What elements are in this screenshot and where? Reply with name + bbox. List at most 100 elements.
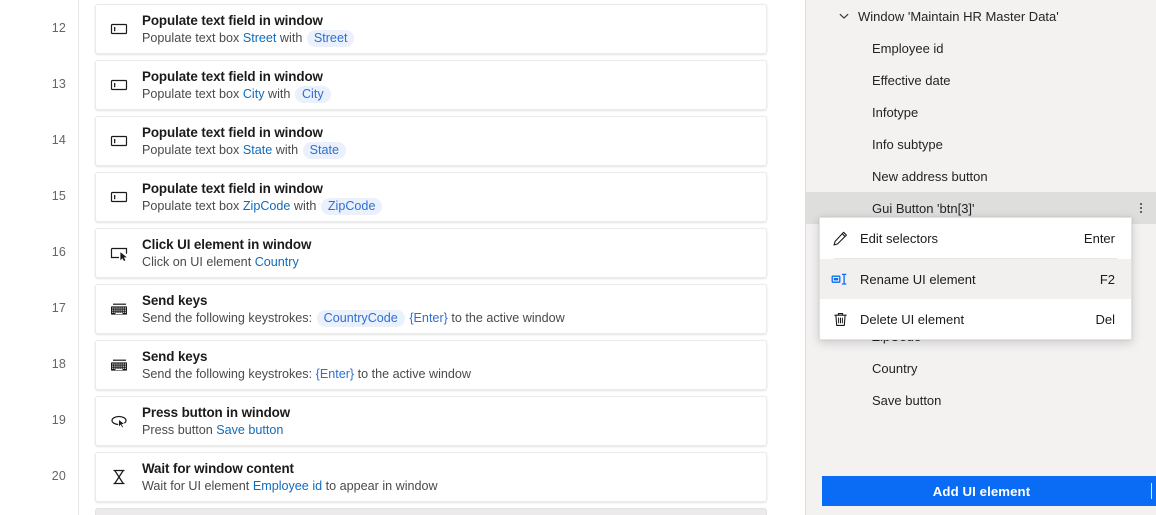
variable-pill[interactable]: State: [302, 142, 347, 159]
action-title: Send keys: [142, 293, 208, 308]
ui-element-tree-item[interactable]: Info subtype: [806, 128, 1156, 160]
action-row-number: [0, 504, 66, 515]
action-card[interactable]: Press button in window Press button Save …: [95, 396, 767, 446]
context-menu-item-label: Delete UI element: [860, 311, 965, 327]
textbox-icon: [96, 117, 142, 165]
textbox-icon: [96, 5, 142, 53]
ui-element-tree-item[interactable]: Country: [806, 352, 1156, 384]
press-button-icon: [96, 397, 142, 445]
ui-element-tree-item[interactable]: Effective date: [806, 64, 1156, 96]
flow-action-row[interactable]: 20 Wait for window content Wait for UI ele…: [0, 448, 807, 504]
flow-action-row[interactable]: 12 Populate text field in window Populate …: [0, 0, 807, 56]
action-element-link[interactable]: Country: [255, 255, 299, 269]
ui-element-context-menu[interactable]: Edit selectors Enter Rename UI element F2 De…: [819, 217, 1132, 340]
action-card[interactable]: Send keys Send the following keystrokes: …: [95, 340, 767, 390]
context-menu-item[interactable]: Delete UI element Del: [820, 299, 1131, 339]
action-card[interactable]: Press button in window: [95, 508, 767, 515]
ui-elements-tree: Window 'Maintain HR Master Data' Employee…: [806, 0, 1156, 416]
ui-elements-group-label: Window 'Maintain HR Master Data': [858, 8, 1059, 24]
action-row-number: 13: [51, 77, 66, 91]
action-card-text: Populate text field in window Populate te…: [142, 123, 766, 159]
action-element-link[interactable]: State: [243, 143, 272, 157]
ui-element-tree-item[interactable]: Save button: [806, 384, 1156, 416]
context-menu-item[interactable]: Edit selectors Enter: [820, 218, 1131, 258]
action-description-text: Populate text box: [142, 199, 243, 213]
action-title: Click UI element in window: [142, 237, 312, 252]
action-description-text: Wait for UI element: [142, 479, 253, 493]
action-description: Press button Save button: [142, 422, 766, 439]
action-card-text: Populate text field in window Populate te…: [142, 67, 766, 103]
context-menu-item[interactable]: Rename UI element F2: [820, 259, 1131, 299]
action-card-text: Wait for window content Wait for UI eleme…: [142, 459, 766, 495]
action-description-text: to appear in window: [322, 479, 438, 493]
action-element-link[interactable]: Employee id: [253, 479, 322, 493]
keyboard-icon: [96, 341, 142, 389]
ui-element-tree-item[interactable]: New address button: [806, 160, 1156, 192]
click-element-icon: [96, 229, 142, 277]
action-card-text: Send keys Send the following keystrokes: …: [142, 347, 766, 383]
action-card[interactable]: Click UI element in window Click on UI el…: [95, 228, 767, 278]
chevron-down-icon[interactable]: [830, 10, 858, 22]
trash-icon: [820, 311, 860, 328]
variable-pill[interactable]: ZipCode: [320, 198, 383, 215]
keyboard-icon: [96, 285, 142, 333]
action-card[interactable]: Populate text field in window Populate te…: [95, 60, 767, 110]
action-row-number: 18: [51, 357, 66, 371]
action-description-text: Populate text box: [142, 87, 243, 101]
ui-elements-group-row[interactable]: Window 'Maintain HR Master Data': [806, 0, 1156, 32]
action-element-link[interactable]: Street: [243, 31, 277, 45]
action-card[interactable]: Populate text field in window Populate te…: [95, 4, 767, 54]
more-options-icon[interactable]: [1132, 192, 1150, 224]
ui-element-label: Info subtype: [872, 136, 943, 152]
context-menu-shortcut: F2: [1099, 271, 1115, 287]
action-row-number: 12: [51, 21, 66, 35]
textbox-icon: [96, 173, 142, 221]
action-title: Populate text field in window: [142, 181, 323, 196]
action-title: Press button in window: [142, 405, 291, 420]
action-description-text: with: [264, 87, 294, 101]
action-description-text: Press button: [142, 423, 217, 437]
flow-action-row[interactable]: 13 Populate text field in window Populate …: [0, 56, 807, 112]
action-element-link[interactable]: City: [243, 87, 265, 101]
ui-element-label: Infotype: [872, 104, 919, 120]
variable-pill[interactable]: City: [294, 86, 331, 103]
context-menu-item-label: Rename UI element: [860, 271, 976, 287]
action-element-link[interactable]: Save button: [216, 423, 283, 437]
action-row-number: 19: [51, 413, 66, 427]
ui-element-tree-item[interactable]: Infotype: [806, 96, 1156, 128]
action-row-number: 16: [51, 245, 66, 259]
action-card[interactable]: Send keys Send the following keystrokes: …: [95, 284, 767, 334]
keystroke-token: {Enter}: [409, 311, 448, 325]
flow-action-row[interactable]: 19 Press button in window Press button Sav…: [0, 392, 807, 448]
action-description: Populate text box ZipCode with ZipCode: [142, 198, 766, 215]
action-description-text: with: [290, 199, 320, 213]
action-description-text: Populate text box: [142, 31, 243, 45]
flow-action-row[interactable]: Press button in window: [0, 504, 807, 515]
flow-scrollbar-track[interactable]: [791, 0, 805, 515]
add-ui-element-button[interactable]: Add UI element: [822, 476, 1156, 506]
action-description-text: Send the following keystrokes:: [142, 367, 316, 381]
action-card[interactable]: Populate text field in window Populate te…: [95, 172, 767, 222]
action-description: Click on UI element Country: [142, 254, 766, 271]
variable-pill[interactable]: Street: [306, 30, 355, 47]
action-card[interactable]: Populate text field in window Populate te…: [95, 116, 767, 166]
flow-action-row[interactable]: 14 Populate text field in window Populate …: [0, 112, 807, 168]
ui-element-label: Employee id: [872, 40, 944, 56]
flow-action-row[interactable]: 18 Send keys Send the following keystrokes…: [0, 336, 807, 392]
power-automate-desktop-flow-designer: 12 Populate text field in window Populate …: [0, 0, 1156, 515]
flow-action-row[interactable]: 15 Populate text field in window Populate …: [0, 168, 807, 224]
action-description-text: with: [276, 31, 306, 45]
action-element-link[interactable]: ZipCode: [243, 199, 291, 213]
action-card-text: Send keys Send the following keystrokes: …: [142, 291, 766, 327]
flow-action-row[interactable]: 17 Send keys Send the following keystrokes…: [0, 280, 807, 336]
flow-action-row[interactable]: 16 Click UI element in window Click on UI …: [0, 224, 807, 280]
add-ui-element-label: Add UI element: [932, 483, 1031, 499]
rename-icon: [820, 271, 860, 288]
action-row-number: 15: [51, 189, 66, 203]
ui-element-tree-item[interactable]: Employee id: [806, 32, 1156, 64]
action-description-text: with: [272, 143, 302, 157]
variable-pill[interactable]: CountryCode: [316, 310, 405, 327]
action-card[interactable]: Wait for window content Wait for UI eleme…: [95, 452, 767, 502]
context-menu-item-label: Edit selectors: [860, 230, 939, 246]
action-row-number: 20: [51, 469, 66, 483]
